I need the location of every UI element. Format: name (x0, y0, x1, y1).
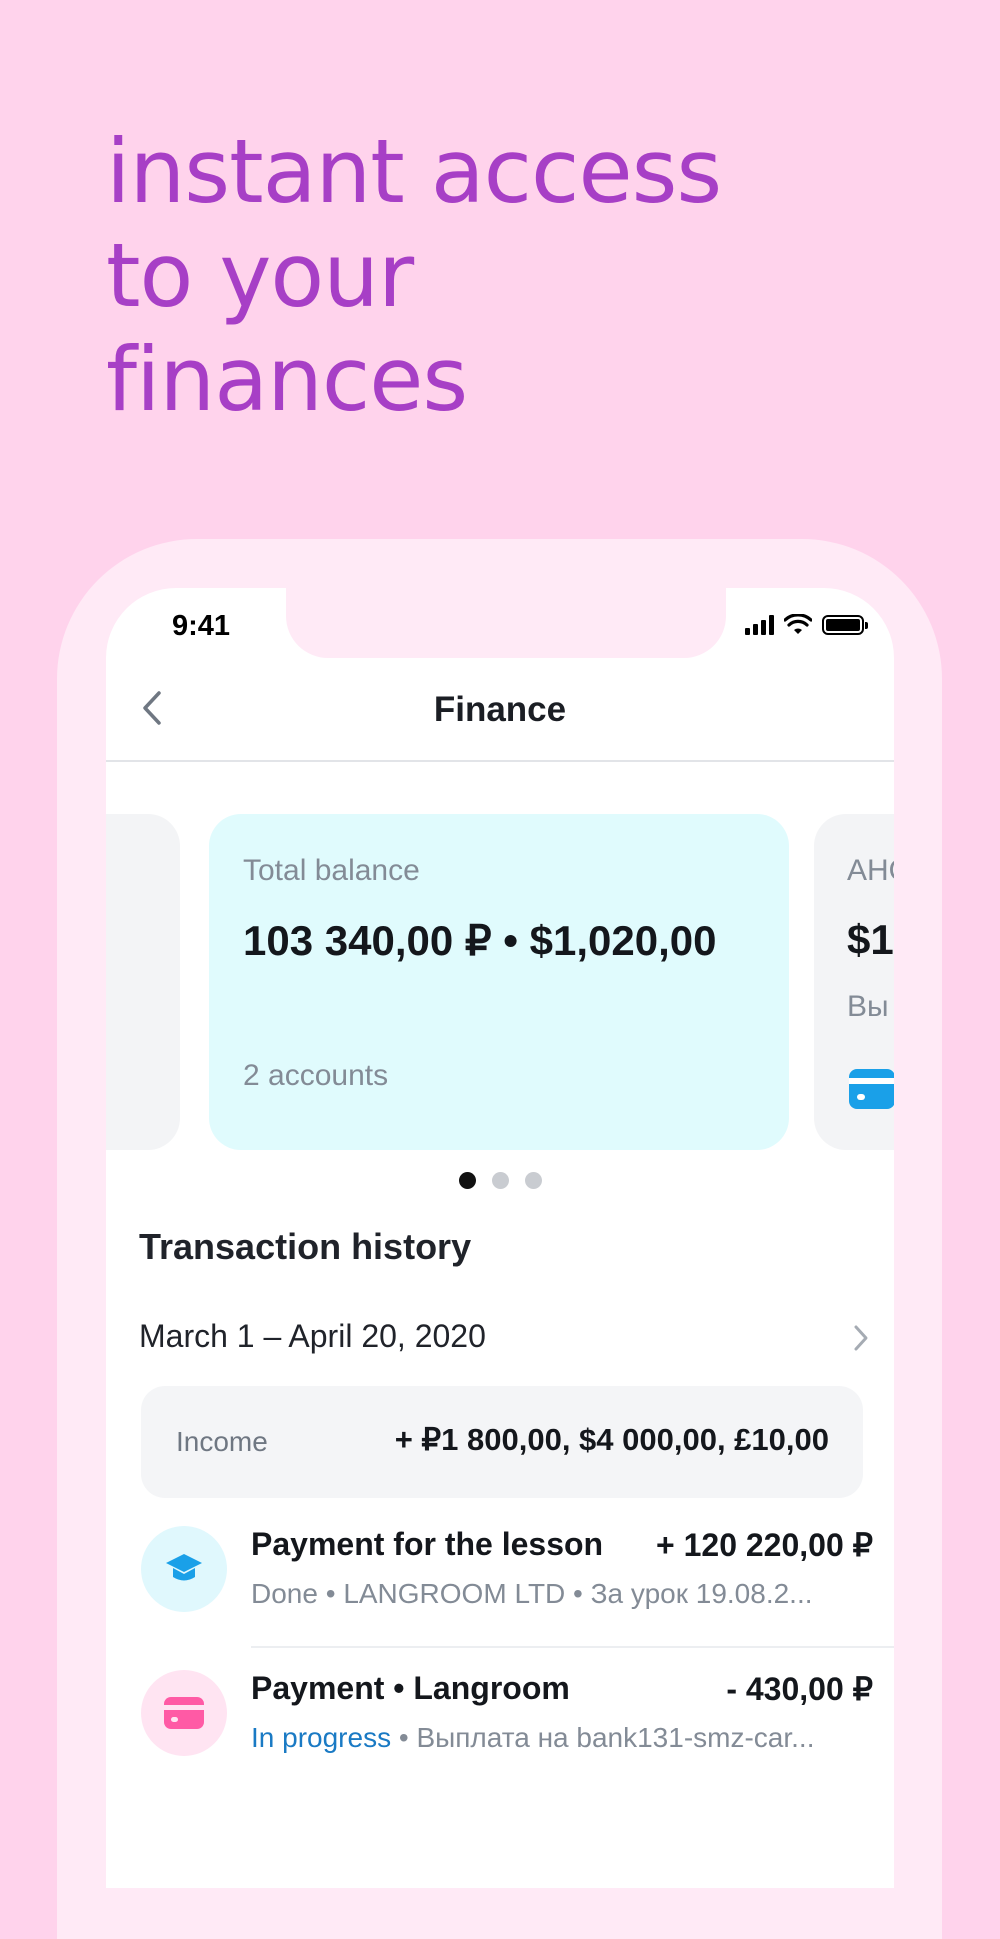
transaction-description: Выплата на bank131-smz-car... (416, 1722, 815, 1753)
transaction-amount: - 430,00 ₽ (726, 1671, 873, 1707)
account-card-next[interactable]: АНО $10 Вы (814, 814, 894, 1150)
section-title: Transaction history (139, 1226, 472, 1267)
battery-icon (822, 615, 868, 635)
headline: instant access to your finances (106, 120, 722, 432)
transaction-amount: + 120 220,00 ₽ (656, 1527, 873, 1563)
pager-dot[interactable] (458, 1172, 476, 1189)
card-amount: $10 (847, 916, 894, 963)
status-time: 9:41 (172, 610, 231, 642)
transaction-title: Payment • Langroom (251, 1670, 570, 1706)
card-icon (849, 1069, 894, 1113)
transaction-details: Done • LANGROOM LTD • За урок 19.08.2... (251, 1578, 813, 1609)
card-subtitle: Вы (847, 990, 889, 1023)
headline-line-2: to your (106, 224, 414, 327)
pager-dot[interactable] (524, 1172, 542, 1189)
transaction-row[interactable]: Payment for the lesson + 120 220,00 ₽ Do… (141, 1526, 894, 1656)
phone-screen: 9:41 Finance Total balance 103 340,00 ₽ … (106, 588, 894, 1888)
card-label: АНО (847, 854, 894, 887)
card-label: Total balance (243, 854, 420, 887)
total-balance-card[interactable]: Total balance 103 340,00 ₽ • $1,020,00 2… (209, 814, 789, 1150)
divider (251, 1646, 894, 1648)
card-amount: 103 340,00 ₽ • $1,020,00 (243, 917, 717, 964)
date-range-selector[interactable]: March 1 – April 20, 2020 (139, 1314, 869, 1364)
transaction-description: LANGROOM LTD • За урок 19.08.2... (343, 1578, 813, 1609)
chevron-right-icon (854, 1325, 868, 1351)
status-icons (745, 614, 868, 636)
accounts-count: 2 accounts (243, 1059, 389, 1092)
card-pager (106, 1172, 894, 1189)
account-card-previous[interactable] (106, 814, 180, 1150)
headline-line-3: finances (106, 328, 468, 431)
phone-notch (286, 588, 726, 658)
transaction-details: In progress • Выплата на bank131-smz-car… (251, 1722, 815, 1753)
wifi-icon (784, 614, 812, 634)
pager-dot[interactable] (491, 1172, 509, 1189)
nav-bar: Finance (106, 658, 894, 762)
income-summary: Income + ₽1 800,00, $4 000,00, £10,00 (141, 1386, 863, 1498)
graduation-cap-icon (141, 1526, 227, 1612)
cellular-signal-icon (745, 615, 774, 635)
transaction-title: Payment for the lesson (251, 1526, 604, 1562)
date-range-label: March 1 – April 20, 2020 (139, 1318, 486, 1354)
transaction-row[interactable]: Payment • Langroom - 430,00 ₽ In progres… (141, 1670, 894, 1800)
card-icon (141, 1670, 227, 1756)
income-value: + ₽1 800,00, $4 000,00, £10,00 (394, 1422, 829, 1457)
income-label: Income (176, 1426, 268, 1457)
transaction-status: In progress (251, 1722, 392, 1753)
transaction-status: Done (251, 1578, 318, 1609)
headline-line-1: instant access (106, 120, 722, 223)
page-title: Finance (433, 690, 567, 729)
